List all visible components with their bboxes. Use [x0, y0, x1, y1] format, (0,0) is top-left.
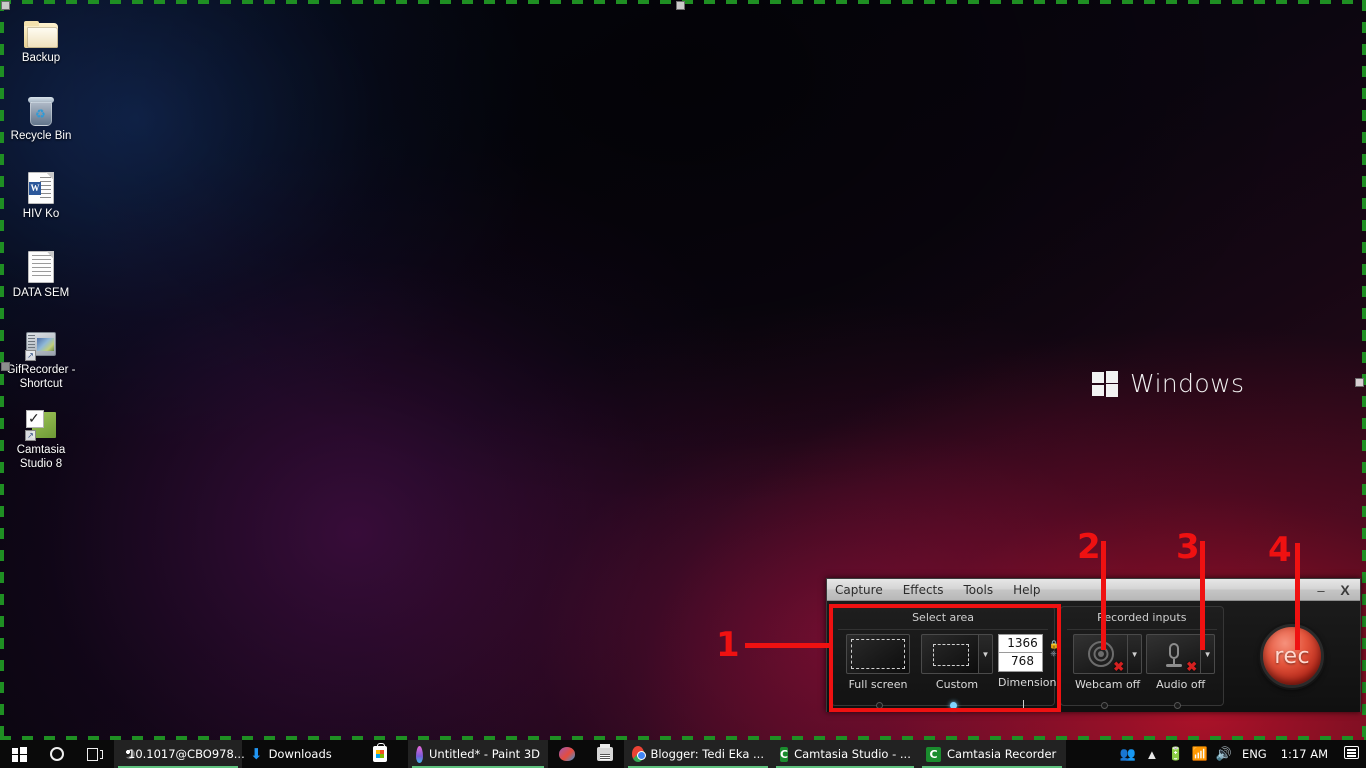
- taskbar-item-camtasia-studio[interactable]: C Camtasia Studio - ...: [772, 740, 918, 768]
- annotation-number-3: 3: [1176, 527, 1200, 567]
- capture-border-right: [1362, 0, 1366, 740]
- task-view-icon: [87, 747, 103, 761]
- action-center-icon[interactable]: [1336, 746, 1366, 762]
- annotation-leader-1: [745, 643, 831, 648]
- camtasia-icon: C: [926, 746, 941, 762]
- desktop-icon-recycle-bin[interactable]: ♻ Recycle Bin: [2, 86, 80, 144]
- taskbar-item-label: Downloads: [268, 747, 332, 761]
- desktop-icon-camtasia-studio-8[interactable]: ✓ ↗ Camtasia Studio 8: [2, 400, 80, 471]
- word-document-icon: W: [2, 164, 80, 204]
- taskbar: 10.1017@CBO978... ⬇ Downloads Untitled* …: [0, 740, 1366, 768]
- desktop-icon-label: Backup: [21, 52, 61, 64]
- recorded-inputs-indicator-dot: [1174, 702, 1182, 709]
- annotation-number-1: 1: [716, 625, 740, 665]
- windows-start-icon: [11, 746, 27, 762]
- printer-icon: [597, 744, 613, 761]
- recorded-inputs-group: Recorded inputs ✖ ▼ Webcam off ✖ ▼ Audio…: [1060, 606, 1224, 709]
- menu-effects[interactable]: Effects: [893, 579, 954, 601]
- minimize-button[interactable]: –: [1310, 581, 1332, 599]
- desktop-icon-gifrecorder[interactable]: ↗ GifRecorder - Shortcut: [2, 320, 80, 391]
- taskbar-item-label: 10.1017@CBO978...: [128, 747, 245, 761]
- disabled-x-icon: ✖: [1113, 659, 1125, 674]
- windows-watermark-text: Windows: [1130, 369, 1245, 398]
- microsoft-store-icon: [373, 743, 387, 762]
- capture-handle-top-center[interactable]: [676, 1, 685, 10]
- wifi-icon[interactable]: 📶: [1188, 746, 1212, 762]
- desktop-icon-label: DATA SEM: [12, 287, 70, 299]
- desktop-icon-hiv-ko[interactable]: W HIV Ko: [2, 164, 80, 222]
- taskbar-item-downloads[interactable]: ⬇ Downloads: [242, 740, 352, 768]
- battery-icon[interactable]: 🔋: [1164, 746, 1188, 762]
- paint3d-icon: [416, 745, 423, 763]
- recycle-bin-icon: ♻: [2, 86, 80, 126]
- menu-tools[interactable]: Tools: [954, 579, 1004, 601]
- gif-recorder-shortcut-icon: ↗: [2, 320, 80, 361]
- audio-label: Audio off: [1156, 678, 1206, 691]
- cortana-search-button[interactable]: [38, 740, 76, 768]
- taskbar-item-label: Camtasia Recorder: [947, 747, 1057, 761]
- annotation-highlight-select-area: [829, 604, 1061, 712]
- webcam-toggle[interactable]: ✖ ▼ Webcam off: [1073, 634, 1143, 691]
- desktop-icon-label: GifRecorder - Shortcut: [6, 364, 76, 390]
- system-tray: 👥 ▲ 🔋 📶 🔊 ENG 1:17 AM: [1116, 740, 1366, 768]
- taskbar-item-edge[interactable]: 10.1017@CBO978...: [114, 740, 245, 768]
- desktop-icon-label: HIV Ko: [22, 208, 60, 220]
- close-button[interactable]: X: [1334, 581, 1356, 599]
- volume-icon[interactable]: 🔊: [1212, 746, 1236, 762]
- task-view-button[interactable]: [76, 740, 114, 768]
- recorded-inputs-indicator-dot: [1101, 702, 1109, 709]
- capture-handle-middle-left[interactable]: [1, 362, 10, 371]
- chrome-icon: [632, 746, 647, 762]
- desktop-icon-data-sem[interactable]: DATA SEM: [2, 243, 80, 301]
- recorder-menu-bar: Capture Effects Tools Help – X: [827, 579, 1360, 601]
- start-button[interactable]: [0, 746, 38, 762]
- webcam-label: Webcam off: [1074, 678, 1141, 691]
- rec-button[interactable]: rec: [1260, 624, 1325, 688]
- camtasia-icon: C: [780, 746, 789, 762]
- show-hidden-icons-chevron[interactable]: ▲: [1140, 747, 1164, 762]
- taskbar-item-chrome[interactable]: Blogger: Tedi Eka ...: [624, 740, 772, 768]
- desktop-icon-backup[interactable]: Backup: [2, 8, 80, 66]
- menu-capture[interactable]: Capture: [827, 579, 893, 601]
- group-divider: [1067, 629, 1217, 630]
- camtasia-studio-shortcut-icon: ✓ ↗: [2, 400, 80, 441]
- language-indicator[interactable]: ENG: [1236, 747, 1273, 761]
- taskbar-item-paint3d[interactable]: Untitled* - Paint 3D: [408, 740, 548, 768]
- record-button-area: rec: [1229, 606, 1357, 706]
- taskbar-item-label: Untitled* - Paint 3D: [429, 747, 540, 761]
- taskbar-item-label: Camtasia Studio - ...: [794, 747, 911, 761]
- taskbar-item-paint[interactable]: [548, 740, 586, 768]
- taskbar-item-printer[interactable]: [586, 740, 624, 768]
- annotation-leader-3: [1200, 541, 1205, 650]
- desktop-icon-label: Camtasia Studio 8: [16, 444, 66, 470]
- cortana-circle-icon: [50, 747, 64, 761]
- windows-logo-icon: [1092, 370, 1118, 397]
- folder-icon: [2, 8, 80, 48]
- capture-handle-top-left[interactable]: [1, 1, 10, 10]
- windows-watermark: Windows: [1092, 369, 1244, 398]
- annotation-leader-4: [1295, 543, 1300, 650]
- taskbar-item-store[interactable]: [352, 740, 408, 768]
- recorded-inputs-title: Recorded inputs: [1097, 611, 1187, 624]
- chevron-down-icon[interactable]: ▼: [1128, 634, 1143, 674]
- downloads-icon: ⬇: [250, 745, 263, 763]
- annotation-number-4: 4: [1268, 530, 1292, 570]
- clock[interactable]: 1:17 AM: [1273, 747, 1336, 761]
- disabled-x-icon: ✖: [1186, 659, 1198, 674]
- people-icon[interactable]: 👥: [1116, 746, 1140, 762]
- capture-handle-middle-right[interactable]: [1355, 378, 1364, 387]
- menu-help[interactable]: Help: [1003, 579, 1050, 601]
- taskbar-item-label: Blogger: Tedi Eka ...: [650, 747, 764, 761]
- annotation-number-2: 2: [1077, 527, 1101, 567]
- microphone-icon[interactable]: ✖: [1146, 634, 1202, 674]
- desktop-icon-label: Recycle Bin: [10, 130, 72, 142]
- annotation-leader-2: [1101, 541, 1106, 650]
- paint-palette-icon: [559, 747, 575, 761]
- taskbar-item-camtasia-recorder[interactable]: C Camtasia Recorder: [918, 740, 1066, 768]
- document-icon: [2, 243, 80, 283]
